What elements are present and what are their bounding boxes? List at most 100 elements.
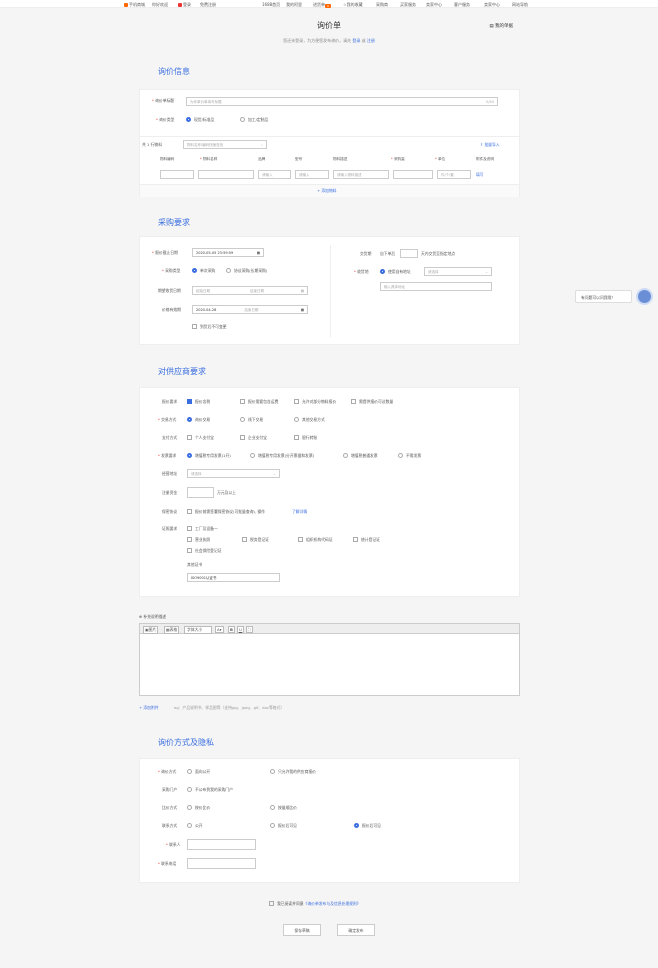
reg-addr-select[interactable]: 请选择 ⌄ [187, 469, 280, 478]
agree-checkbox[interactable]: 我已阅读并同意《询价单发布与及信息处理规则》 [269, 901, 361, 907]
freight-checkbox[interactable]: 报价需要包含运费 [240, 399, 278, 405]
cert-stat-checkbox[interactable]: 统计登记证 [353, 537, 380, 543]
pay-company-checkbox[interactable]: 企业支付宝 [240, 435, 267, 441]
chat-bubble[interactable]: 有问题可以问我哦！ [575, 290, 632, 303]
contact-person-input[interactable] [187, 839, 256, 850]
agree-rules-link[interactable]: 《询价单发布与及信息处理规则》 [304, 901, 361, 906]
valid-period-range[interactable]: 2020-04-28 结束日期 ▦ [192, 305, 308, 314]
pay-personal-checkbox[interactable]: 个人支付宝 [187, 435, 214, 441]
model-input[interactable]: 请输入 [295, 170, 329, 179]
rfq-type-custom-radio[interactable]: 加工/定制品 [240, 117, 268, 123]
contact-after-quote-label: 报价后可见 [278, 823, 297, 828]
protocol-detail-link[interactable]: 了解详情 [292, 509, 307, 515]
register-link[interactable]: 免费注册 [200, 2, 216, 8]
mobile-mall-link[interactable]: 手机商城 [124, 2, 145, 8]
address-select[interactable]: 请选择 ⌄ [424, 267, 492, 276]
invoice-normal-radio[interactable]: 增值税普通发票 [343, 453, 378, 459]
nav-buyer[interactable]: 采购商 [376, 2, 388, 8]
nav-seller-center[interactable]: 卖家中心 [484, 2, 500, 8]
invoice-none-radio[interactable]: 不需发票 [398, 453, 421, 459]
divider [140, 136, 519, 137]
nav-seller[interactable]: 卖家中心 [426, 2, 442, 8]
add-attachment-button[interactable]: + 添加附件 [139, 705, 159, 711]
cert-stat-label: 统计登记证 [361, 537, 380, 542]
pay-bank-checkbox[interactable]: 银行转账 [294, 435, 317, 441]
single-purchase-radio[interactable]: 单次采购 [192, 268, 215, 274]
compare-price-radio[interactable]: 按价比价 [187, 805, 210, 811]
deadline-input[interactable]: 2020-05-05 23:59:59 ▦ [192, 248, 264, 257]
publish-button[interactable]: 确定发布 [337, 924, 375, 936]
trade-rfq-label: 询价交易 [195, 417, 211, 422]
desc-input[interactable]: 请输入物料描述 [333, 170, 389, 179]
nav-favorites[interactable]: ☆我的收藏 [343, 2, 363, 8]
capital-input[interactable] [187, 487, 214, 498]
fullscreen-icon[interactable]: ⛶ [246, 626, 253, 633]
cert-factory-checkbox[interactable]: 工厂及设备一 [187, 526, 218, 532]
material-search-input[interactable]: 物料名称/编码快速查找 ⌕ [183, 140, 267, 149]
nav-my-ali[interactable]: 我的阿里 [286, 2, 302, 8]
insert-table-button[interactable]: ▦表格 [164, 626, 180, 634]
tax-included-checkbox[interactable]: 报价含税 [187, 399, 210, 405]
bold-button[interactable]: B [228, 626, 235, 633]
brand-input[interactable]: 请输入 [258, 170, 291, 179]
my-rfq-link[interactable]: ▤ 我的单据 [489, 23, 513, 29]
assistant-avatar[interactable] [636, 288, 653, 305]
trade-rfq-radio[interactable]: 询价交易 [187, 417, 210, 423]
batch-import-button[interactable]: ⇪ 批量导入 [480, 142, 500, 148]
save-draft-button[interactable]: 保存草稿 [283, 924, 321, 936]
font-size-select[interactable]: 字体大小 [184, 626, 212, 634]
other-cert-input[interactable]: ISO9001认证书 [187, 573, 280, 582]
partial-quote-checkbox[interactable]: 允许对部分物料报价 [294, 399, 336, 405]
cert-license-checkbox[interactable]: 营业执照 [187, 537, 210, 543]
compare-qty-radio[interactable]: 按量顺比价 [270, 805, 297, 811]
rfq-title-input[interactable]: 为你单价单填写标题 0/40 [186, 97, 498, 106]
add-material-button[interactable]: + 添加物料 [317, 188, 337, 194]
contact-after-quote-radio-2[interactable]: 报价后可见 [354, 823, 381, 829]
delivery-days-input[interactable] [400, 249, 418, 258]
register-link-2[interactable]: 注册 [367, 38, 375, 43]
mode-public-radio[interactable]: 面向公开 [187, 769, 210, 775]
nav-customer-service[interactable]: 客户服务 [454, 2, 470, 8]
trade-other-radio[interactable]: 其他交易方式 [294, 417, 325, 423]
material-name-input[interactable] [198, 170, 254, 179]
qty-input[interactable] [393, 170, 433, 179]
contact-public-radio[interactable]: 公开 [187, 823, 203, 829]
invoice-vat-radio[interactable]: 增值税专用发票(1开) [187, 453, 231, 459]
font-color-button[interactable]: A▾ [215, 626, 224, 633]
contact-phone-input[interactable] [187, 858, 256, 869]
expect-date-range[interactable]: 起始日期 结束日期 ▦ [192, 286, 308, 295]
own-address-radio[interactable]: 使用自有地址 [380, 269, 411, 275]
contact-after-quote-radio[interactable]: 报价后可见 [270, 823, 297, 829]
checkbox-icon [294, 435, 299, 440]
mode-mine-radio[interactable]: 只允许我的供应商报价 [270, 769, 316, 775]
fill-attach-link[interactable]: 填写 [476, 172, 484, 178]
rich-text-editor[interactable]: ▣图片 ▦表格 字体大小 A▾ B U ⛶ [139, 623, 520, 696]
material-code-input[interactable] [160, 170, 194, 179]
unit-input[interactable]: 件/个/套 [437, 170, 471, 179]
invoice-none-label: 不需发票 [406, 453, 422, 458]
protocol-checkbox[interactable]: 报价前需签署保密协议(可批量查询), 操作 [187, 509, 265, 515]
rfq-type-standard-radio[interactable]: 现货/标准品 [186, 117, 214, 123]
mobile-icon [124, 3, 128, 7]
underline-button[interactable]: U [237, 626, 244, 633]
cert-org-checkbox[interactable]: 组织机构代码证 [298, 537, 333, 543]
nav-buyer-service[interactable]: 买家服务 [400, 2, 416, 8]
nav-cart[interactable]: 进货单 0 [313, 2, 332, 8]
negotiable-qty-checkbox[interactable]: 需提供报价可议数量 [351, 399, 393, 405]
trade-offline-radio[interactable]: 线下交易 [240, 417, 263, 423]
purchase-card: 报价截止日期 2020-05-05 23:59:59 ▦ 采购类型 单次采购 协议… [139, 236, 520, 345]
nav-home[interactable]: 1688首页 [262, 2, 280, 8]
no-change-checkbox[interactable]: 到货后不可变更 [192, 324, 227, 330]
invoice-vat-split-radio[interactable]: 增值税专用发票(分开票据和发票) [250, 453, 314, 459]
nav-sitemap[interactable]: 网站导航 [512, 2, 528, 8]
portal-radio[interactable]: 不公布到我的采购门户 [187, 787, 233, 793]
login-link[interactable]: 登录 [178, 2, 191, 8]
agreement-purchase-label: 协议采购(长期采购) [234, 268, 268, 273]
cert-tax-checkbox[interactable]: 税务登记证 [242, 537, 269, 543]
address-detail-input[interactable]: 输入具体地址 [380, 282, 492, 291]
insert-image-button[interactable]: ▣图片 [143, 626, 159, 634]
cert-insurance-checkbox[interactable]: 社会保险登记证 [187, 548, 222, 554]
login-link-2[interactable]: 登录 [352, 38, 360, 43]
agreement-purchase-radio[interactable]: 协议采购(长期采购) [226, 268, 267, 274]
contact-after-quote-label-2: 报价后可见 [362, 823, 381, 828]
